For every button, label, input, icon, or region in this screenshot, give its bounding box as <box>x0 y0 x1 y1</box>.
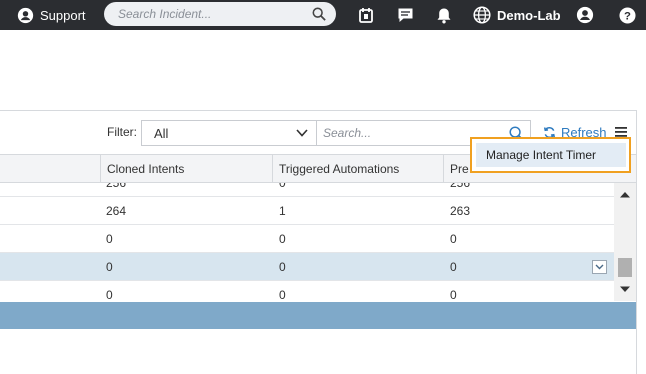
svg-text:?: ? <box>624 10 631 22</box>
app-root: Support Search Incident... Demo-Lab ? Fi… <box>0 0 646 374</box>
chat-icon[interactable] <box>395 5 415 25</box>
user-circle-icon <box>17 7 34 23</box>
row-dropdown-button[interactable] <box>592 260 607 274</box>
table-cell: 264 <box>106 204 127 218</box>
globe-icon <box>473 6 491 24</box>
filter-label: Filter: <box>107 125 137 139</box>
table-row[interactable]: 256 0 256 <box>0 183 614 197</box>
incident-search <box>104 2 336 26</box>
bell-icon[interactable] <box>434 5 454 25</box>
column-header-cloned-intents[interactable]: Cloned Intents <box>100 155 272 182</box>
filter-value: All <box>154 125 169 141</box>
workspace-label: Demo-Lab <box>497 7 561 23</box>
table-row-selected[interactable]: 0 0 0 <box>0 253 614 281</box>
scroll-down-arrow-icon[interactable] <box>619 286 631 293</box>
grid-footer-bar <box>0 302 636 329</box>
table-cell: 0 <box>450 260 457 274</box>
table-cell: 0 <box>106 260 113 274</box>
table-cell: 0 <box>106 232 113 246</box>
account-icon[interactable] <box>575 5 595 25</box>
table-cell: 256 <box>106 183 127 190</box>
scroll-up-arrow-icon[interactable] <box>619 191 631 198</box>
table-cell: 256 <box>450 183 471 190</box>
calendar-alarm-icon[interactable] <box>356 5 376 25</box>
workspace-selector[interactable]: Demo-Lab <box>473 0 561 30</box>
support-label: Support <box>40 7 86 23</box>
table-cell: 0 <box>279 288 286 301</box>
scrollbar-thumb[interactable] <box>618 258 632 277</box>
table-cell: 263 <box>450 204 471 218</box>
top-navigation-bar: Support Search Incident... Demo-Lab ? <box>0 0 646 30</box>
table-row[interactable]: 0 0 0 <box>0 225 614 253</box>
menu-item-manage-intent-timer[interactable]: Manage Intent Timer <box>476 143 626 167</box>
table-cell: 0 <box>450 232 457 246</box>
chevron-down-icon <box>595 264 604 270</box>
table-row[interactable]: 264 1 263 <box>0 197 614 225</box>
table-cell: 0 <box>279 183 286 190</box>
options-dropdown-menu: Manage Intent Timer <box>470 137 631 173</box>
vertical-scrollbar[interactable] <box>614 183 636 301</box>
column-header-label: Cloned Intents <box>107 161 185 176</box>
column-header-label: Triggered Automations <box>279 161 400 176</box>
table-cell: 0 <box>279 260 286 274</box>
menu-item-label: Manage Intent Timer <box>486 148 597 162</box>
table-cell: 0 <box>450 288 457 301</box>
search-icon[interactable] <box>312 7 326 21</box>
column-header-label: Pre <box>450 161 469 176</box>
table-cell: 0 <box>106 288 113 301</box>
column-header-triggered-automations[interactable]: Triggered Automations <box>272 155 443 182</box>
support-link[interactable]: Support <box>17 0 86 30</box>
table-row[interactable]: 0 0 0 <box>0 281 614 301</box>
incident-search-input[interactable] <box>118 7 312 21</box>
chevron-down-icon <box>296 129 308 137</box>
grid-body: 256 0 256 264 1 263 0 0 0 0 0 0 0 0 0 <box>0 183 614 301</box>
filter-select[interactable]: All <box>141 120 317 146</box>
help-icon[interactable]: ? <box>617 5 637 25</box>
table-cell: 1 <box>279 204 286 218</box>
table-cell: 0 <box>279 232 286 246</box>
